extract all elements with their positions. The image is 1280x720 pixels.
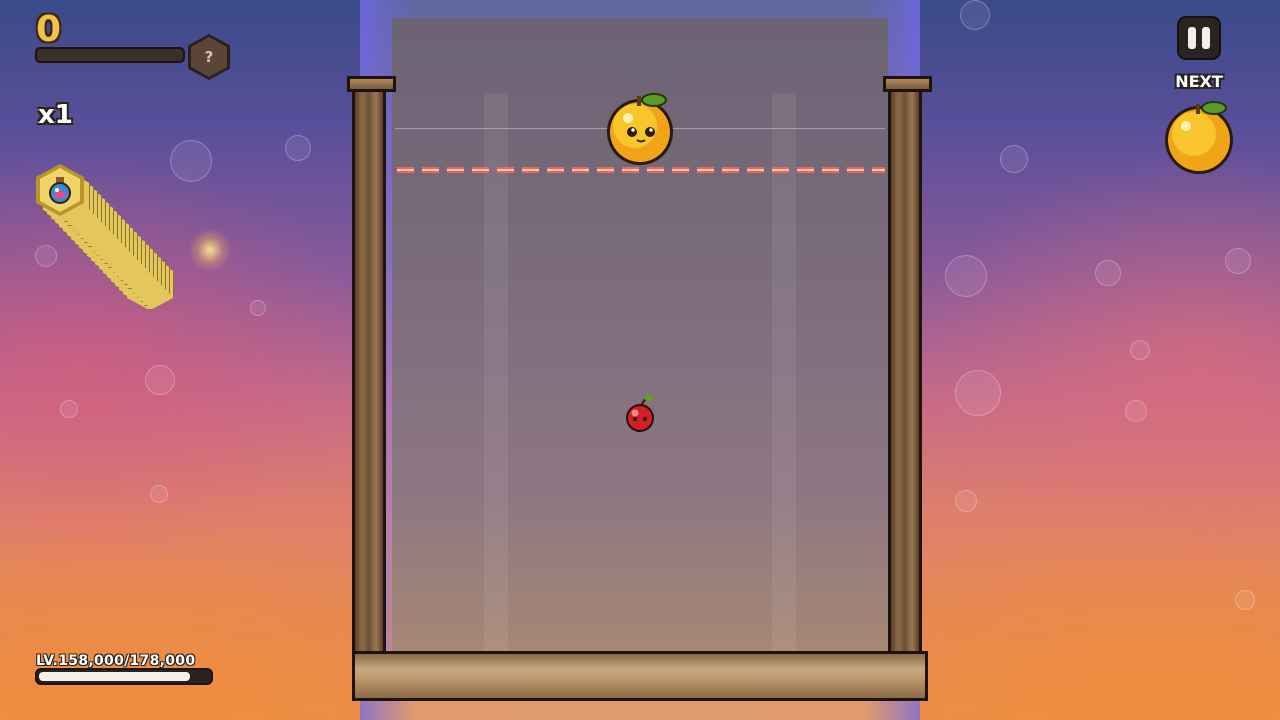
sparkle — [150, 485, 168, 503]
sparkle — [60, 400, 78, 418]
wall-left — [352, 89, 386, 659]
cherry — [622, 394, 658, 438]
mystery-badge-label: ? — [191, 37, 227, 77]
sparkle — [955, 370, 1001, 416]
mystery-badge[interactable]: ? — [188, 34, 230, 80]
sparkle — [1225, 248, 1251, 274]
next-fruit-orange — [1162, 96, 1236, 180]
glow — [188, 228, 232, 272]
sparkle — [250, 300, 266, 316]
pause-button[interactable] — [1177, 16, 1221, 60]
sparkle — [1125, 400, 1147, 422]
sparkle — [960, 0, 990, 30]
sparkle — [955, 490, 977, 512]
level-progress-fill — [39, 672, 190, 681]
sparkle — [35, 245, 57, 267]
score-progress-bar — [35, 47, 185, 63]
sparkle — [285, 135, 311, 161]
potion-badge-inner — [40, 168, 80, 212]
sparkle — [945, 255, 987, 297]
box-stripe — [772, 93, 796, 663]
box-stripe — [484, 93, 508, 663]
score-value: 0 — [36, 9, 62, 50]
level-progress-bar — [35, 668, 213, 685]
sparkle — [170, 140, 212, 182]
sparkle — [1130, 340, 1150, 360]
sparkle — [1235, 590, 1255, 610]
next-label: NEXT — [1175, 72, 1223, 91]
wall-bottom — [352, 651, 928, 701]
sparkle — [145, 365, 175, 395]
held-orange[interactable] — [604, 88, 676, 172]
multiplier: x1 — [38, 100, 73, 130]
level-text: LV.158,000/178,000 — [36, 653, 196, 669]
sparkle — [1000, 145, 1028, 173]
sparkle — [1095, 260, 1121, 286]
potion-icon — [49, 177, 71, 204]
wall-right — [888, 89, 922, 659]
pause-icon-bar — [1202, 27, 1210, 49]
pause-icon-bar — [1188, 27, 1196, 49]
